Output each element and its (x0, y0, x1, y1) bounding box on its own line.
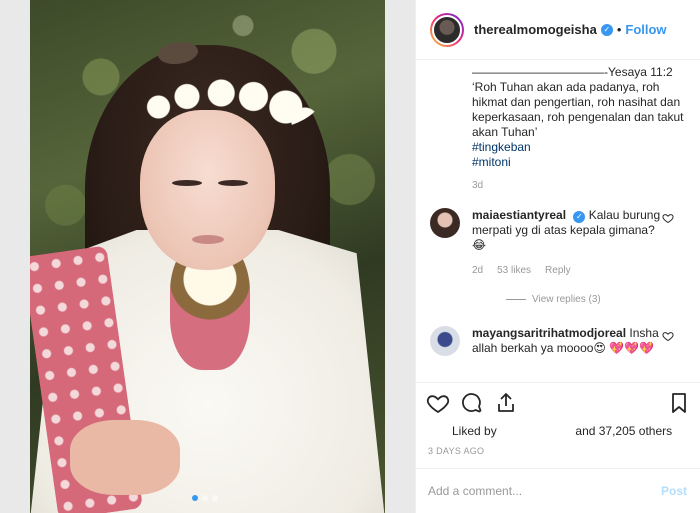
photo-eye-left (172, 180, 202, 186)
post-panel: therealmomogeisha ✓ • Follow ———————————… (415, 0, 700, 513)
photo-eye-right (218, 180, 248, 186)
hashtag-link[interactable]: #mitoni (472, 155, 694, 170)
action-bar (416, 382, 700, 422)
follow-button[interactable]: Follow (625, 22, 666, 37)
post-photo[interactable] (30, 0, 385, 513)
likes-suffix: and 37,205 others (575, 424, 673, 438)
verified-badge-icon: ✓ (600, 23, 613, 36)
header-separator: • (616, 22, 622, 37)
commenter-username[interactable]: maiaestiantyreal (472, 208, 566, 222)
carousel-dot (212, 495, 218, 501)
carousel-dot-active (192, 495, 198, 501)
photo-flower-crown (130, 65, 320, 135)
caption-text: ———————————-Yesaya 11:2 ‘Roh Tuhan akan … (472, 65, 684, 139)
comment-like-heart-icon[interactable] (662, 330, 674, 342)
post-caption: ———————————-Yesaya 11:2 ‘Roh Tuhan akan … (472, 65, 694, 170)
comment-meta: 2d 53 likes Reply (472, 265, 571, 276)
post-date[interactable]: 3 DAYS AGO (428, 446, 484, 456)
view-replies-line (506, 299, 526, 300)
author-avatar[interactable] (432, 14, 462, 45)
commenter-avatar[interactable] (430, 208, 460, 238)
post-media[interactable] (0, 0, 415, 513)
comments-section[interactable]: ———————————-Yesaya 11:2 ‘Roh Tuhan akan … (416, 60, 700, 382)
hashtag-link[interactable]: #tingkeban (472, 140, 694, 155)
likes-summary[interactable]: Liked by and 37,205 others (452, 424, 692, 438)
comment-item: maiaestiantyreal ✓ Kalau burung merpati … (430, 208, 700, 278)
bookmark-icon[interactable] (667, 391, 691, 415)
likes-prefix: Liked by (452, 424, 497, 438)
caption-time[interactable]: 3d (472, 180, 483, 191)
comment-item: mayangsaritrihatmodjoreal Insha allah be… (430, 326, 700, 376)
verified-badge-icon: ✓ (573, 211, 586, 223)
comment-body: mayangsaritrihatmodjoreal Insha allah be… (472, 326, 672, 356)
add-comment-input[interactable]: Add a comment... (428, 484, 522, 498)
comment-time[interactable]: 2d (472, 265, 483, 276)
carousel-dot (202, 495, 208, 501)
photo-hands (70, 420, 180, 495)
post-header: therealmomogeisha ✓ • Follow (416, 0, 700, 60)
commenter-username[interactable]: mayangsaritrihatmodjoreal (472, 326, 626, 340)
photo-lips (192, 235, 224, 244)
commenter-avatar[interactable] (430, 326, 460, 356)
comment-like-heart-icon[interactable] (662, 212, 674, 224)
share-icon[interactable] (494, 391, 518, 415)
carousel-dots (192, 495, 218, 501)
comment-likes[interactable]: 53 likes (497, 265, 531, 276)
heart-icon[interactable] (426, 391, 450, 415)
add-comment-bar: Add a comment... Post (416, 468, 700, 513)
comment-body: maiaestiantyreal ✓ Kalau burung merpati … (472, 208, 672, 253)
author-username[interactable]: therealmomogeisha (474, 22, 597, 37)
post-comment-button[interactable]: Post (661, 484, 687, 498)
view-replies-label: View replies (3) (532, 294, 601, 305)
comment-icon[interactable] (460, 391, 484, 415)
author-avatar-ring[interactable] (430, 12, 464, 47)
reply-button[interactable]: Reply (545, 265, 571, 276)
view-replies-button[interactable]: View replies (3) (506, 294, 601, 305)
